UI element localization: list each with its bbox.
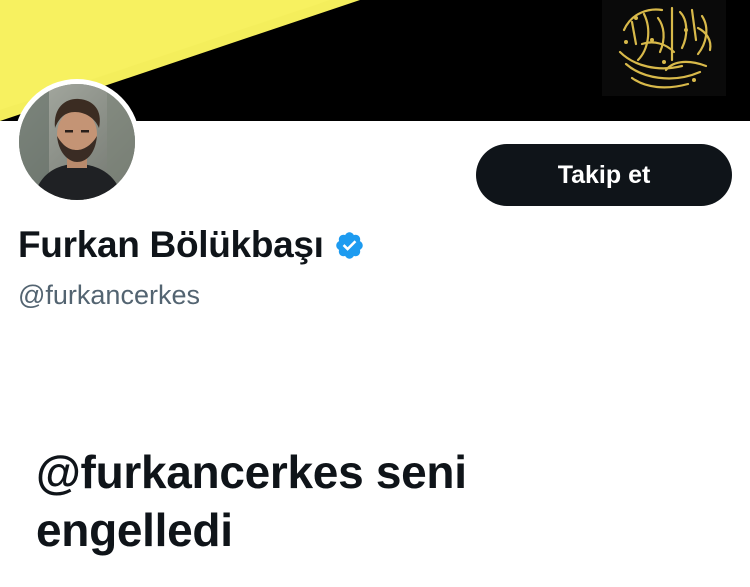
username-handle: @furkancerkes xyxy=(18,280,200,310)
profile-page: Takip et Furkan Bölükbaşı @furkancerkes … xyxy=(0,0,750,587)
display-name-row: Furkan Bölükbaşı xyxy=(18,224,365,266)
blocked-notice-line2: engelledi xyxy=(36,504,233,556)
avatar[interactable] xyxy=(14,79,140,205)
verified-badge-icon xyxy=(334,230,365,261)
blocked-notice-line1: @furkancerkes seni xyxy=(36,446,467,498)
calligraphy-seal-image xyxy=(602,0,726,96)
follow-button[interactable]: Takip et xyxy=(476,144,732,206)
display-name: Furkan Bölükbaşı xyxy=(18,224,324,265)
blocked-notice: @furkancerkes seni engelledi xyxy=(36,443,716,559)
profile-photo xyxy=(19,84,135,200)
